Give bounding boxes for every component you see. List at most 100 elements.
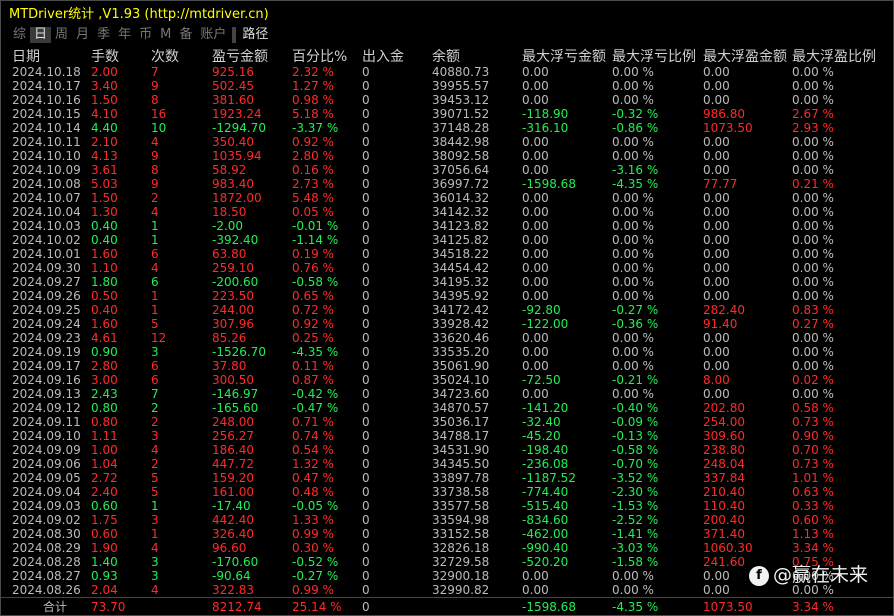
table-row[interactable]: 2024.09.17 2.80 6 37.80 0.11 % 0 35061.90 0.00 0… (1, 359, 893, 373)
row-count: 1 (151, 303, 159, 317)
row-max-float-profit-pct: 2.67 % (792, 107, 834, 121)
row-date: 2024.10.14 (12, 121, 81, 135)
table-row[interactable]: 2024.09.30 1.10 4 259.10 0.76 % 0 34454.42 0.00… (1, 261, 893, 275)
row-pnl: -90.64 (212, 569, 251, 583)
col-pnl[interactable]: 盈亏金额 (212, 47, 268, 67)
row-date: 2024.08.30 (12, 527, 81, 541)
table-row[interactable]: 2024.09.09 1.00 4 186.40 0.54 % 0 34531.90 -198… (1, 443, 893, 457)
table-row[interactable]: 2024.09.04 2.40 5 161.00 0.48 % 0 33738.58 -774… (1, 485, 893, 499)
tab-7[interactable]: M (156, 27, 175, 43)
row-max-float-profit-pct: 0.21 % (792, 177, 834, 191)
row-pnl: 300.50 (212, 373, 254, 387)
row-date: 2024.09.06 (12, 457, 81, 471)
tab-1[interactable]: 日 (30, 27, 52, 43)
row-max-float-loss-pct: -3.03 % (612, 541, 659, 555)
table-row[interactable]: 2024.10.17 3.40 9 502.45 1.27 % 0 39955.57 0.00… (1, 79, 893, 93)
table-row[interactable]: 2024.09.06 1.04 2 447.72 1.32 % 0 34345.50 -236… (1, 457, 893, 471)
tab-8[interactable]: 备 (175, 27, 196, 43)
table-row[interactable]: 2024.10.08 5.03 9 983.40 2.73 % 0 36997.72 -159… (1, 177, 893, 191)
col-max-float-profit-pct[interactable]: 最大浮盈比例 (792, 47, 876, 67)
tab-5[interactable]: 年 (114, 27, 135, 43)
row-lots: 0.50 (91, 289, 118, 303)
col-flow[interactable]: 出入金 (362, 47, 404, 67)
tab-4[interactable]: 季 (93, 27, 114, 43)
table-row[interactable]: 2024.10.14 4.40 10 -1294.70 -3.37 % 0 37148.28… (1, 121, 893, 135)
table-row[interactable]: 2024.08.30 0.60 1 326.40 0.99 % 0 33152.58 -462… (1, 527, 893, 541)
row-max-float-loss: 0.00 (522, 331, 549, 345)
row-lots: 3.00 (91, 373, 118, 387)
row-flow: 0 (362, 317, 370, 331)
table-row[interactable]: 2024.10.03 0.40 1 -2.00 -0.01 % 0 34123.82 0.00… (1, 219, 893, 233)
row-lots: 5.03 (91, 177, 118, 191)
table-row[interactable]: 2024.09.11 0.80 2 248.00 0.71 % 0 35036.17 -32.… (1, 415, 893, 429)
row-flow: 0 (362, 555, 370, 569)
row-max-float-profit-pct: 0.70 % (792, 443, 834, 457)
row-lots: 1.60 (91, 317, 118, 331)
table-row[interactable]: 2024.09.23 4.61 12 85.26 0.25 % 0 33620.46 0.00… (1, 331, 893, 345)
row-date: 2024.10.11 (12, 135, 81, 149)
table-row[interactable]: 2024.10.15 4.10 16 1923.24 5.18 % 0 39071.52 -1… (1, 107, 893, 121)
table-row[interactable]: 2024.10.09 3.61 8 58.92 0.16 % 0 37056.64 0.00 -… (1, 163, 893, 177)
table-row[interactable]: 2024.08.29 1.90 4 96.60 0.30 % 0 32826.18 -990.… (1, 541, 893, 555)
col-lots[interactable]: 手数 (91, 47, 119, 67)
tab-6[interactable]: 币 (135, 27, 156, 43)
row-max-float-profit: 8.00 (703, 373, 730, 387)
row-count: 4 (151, 135, 159, 149)
window-title: MTDriver统计 ,V1.93 (http://mtdriver.cn) (9, 7, 269, 22)
col-max-float-loss-pct[interactable]: 最大浮亏比例 (612, 47, 696, 67)
table-row[interactable]: 2024.10.07 1.50 2 1872.00 5.48 % 0 36014.32 0.0… (1, 191, 893, 205)
table-row[interactable]: 2024.09.24 1.60 5 307.96 0.92 % 0 33928.42 -122… (1, 317, 893, 331)
row-pct: -3.37 % (292, 121, 339, 135)
table-row[interactable]: 2024.09.10 1.11 3 256.27 0.74 % 0 34788.17 -45.… (1, 429, 893, 443)
col-balance[interactable]: 余额 (432, 47, 460, 67)
tab-10[interactable]: 路径 (238, 27, 272, 43)
col-date[interactable]: 日期 (12, 47, 40, 67)
col-max-float-profit[interactable]: 最大浮盈金额 (703, 47, 787, 67)
row-max-float-loss-pct: 0.00 % (612, 149, 654, 163)
table-row[interactable]: 2024.09.03 0.60 1 -17.40 -0.05 % 0 33577.58 -51… (1, 499, 893, 513)
table-row[interactable]: 2024.09.05 2.72 5 159.20 0.47 % 0 33897.78 -118… (1, 471, 893, 485)
row-pct: -0.05 % (292, 499, 339, 513)
row-lots: 1.04 (91, 457, 118, 471)
row-count: 6 (151, 247, 159, 261)
table-row[interactable]: 2024.09.12 0.80 2 -165.60 -0.47 % 0 34870.57 -1… (1, 401, 893, 415)
table-row[interactable]: 2024.10.16 1.50 8 381.60 0.98 % 0 39453.12 0.00… (1, 93, 893, 107)
row-max-float-profit-pct: 0.73 % (792, 415, 834, 429)
row-pct: 1.33 % (292, 513, 334, 527)
row-max-float-loss-pct: -0.40 % (612, 401, 659, 415)
row-lots: 3.61 (91, 163, 118, 177)
row-lots: 2.40 (91, 485, 118, 499)
row-date: 2024.09.27 (12, 275, 81, 289)
table-row[interactable]: 2024.10.04 1.30 4 18.50 0.05 % 0 34142.32 0.00 0… (1, 205, 893, 219)
col-count[interactable]: 次数 (151, 47, 179, 67)
row-flow: 0 (362, 569, 370, 583)
table-row[interactable]: 2024.09.02 1.75 3 442.40 1.33 % 0 33594.98 -834… (1, 513, 893, 527)
row-max-float-loss-pct: 0.00 % (612, 583, 654, 597)
table-row[interactable]: 2024.09.16 3.00 6 300.50 0.87 % 0 35024.10 -72.… (1, 373, 893, 387)
total-lots: 73.70 (91, 600, 126, 614)
tab-9[interactable]: 账户 (196, 27, 230, 43)
table-row[interactable]: 2024.09.25 0.40 1 244.00 0.72 % 0 34172.42 -92.… (1, 303, 893, 317)
tab-3[interactable]: 月 (72, 27, 93, 43)
tab-0[interactable]: 综 (9, 27, 30, 43)
row-max-float-loss: 0.00 (522, 93, 549, 107)
table-row[interactable]: 2024.10.10 4.13 9 1035.94 2.80 % 0 38092.58 0.0… (1, 149, 893, 163)
table-row[interactable]: 2024.10.18 2.00 7 925.16 2.32 % 0 40880.73 0.00… (1, 65, 893, 79)
table-row[interactable]: 2024.09.26 0.50 1 223.50 0.65 % 0 34395.92 0.00… (1, 289, 893, 303)
row-balance: 33928.42 (432, 317, 490, 331)
row-date: 2024.09.17 (12, 359, 81, 373)
row-max-float-loss-pct: 0.00 % (612, 331, 654, 345)
col-pct[interactable]: 百分比% (292, 47, 347, 67)
table-row[interactable]: 2024.09.13 2.43 7 -146.97 -0.42 % 0 34723.60 0.… (1, 387, 893, 401)
table-row[interactable]: 2024.10.01 1.60 6 63.80 0.19 % 0 34518.22 0.00 0… (1, 247, 893, 261)
table-row[interactable]: 2024.09.19 0.90 3 -1526.70 -4.35 % 0 33535.20 0… (1, 345, 893, 359)
tab-2[interactable]: 周 (51, 27, 72, 43)
table-row[interactable]: 2024.09.27 1.80 6 -200.60 -0.58 % 0 34195.32 0.… (1, 275, 893, 289)
row-pnl: 925.16 (212, 65, 254, 79)
row-pnl: 159.20 (212, 471, 254, 485)
col-max-float-loss[interactable]: 最大浮亏金额 (522, 47, 606, 67)
table-row[interactable]: 2024.10.02 0.40 1 -392.40 -1.14 % 0 34125.82 0.… (1, 233, 893, 247)
row-max-float-loss: 0.00 (522, 289, 549, 303)
row-pnl: 186.40 (212, 443, 254, 457)
table-row[interactable]: 2024.10.11 2.10 4 350.40 0.92 % 0 38442.98 0.00… (1, 135, 893, 149)
